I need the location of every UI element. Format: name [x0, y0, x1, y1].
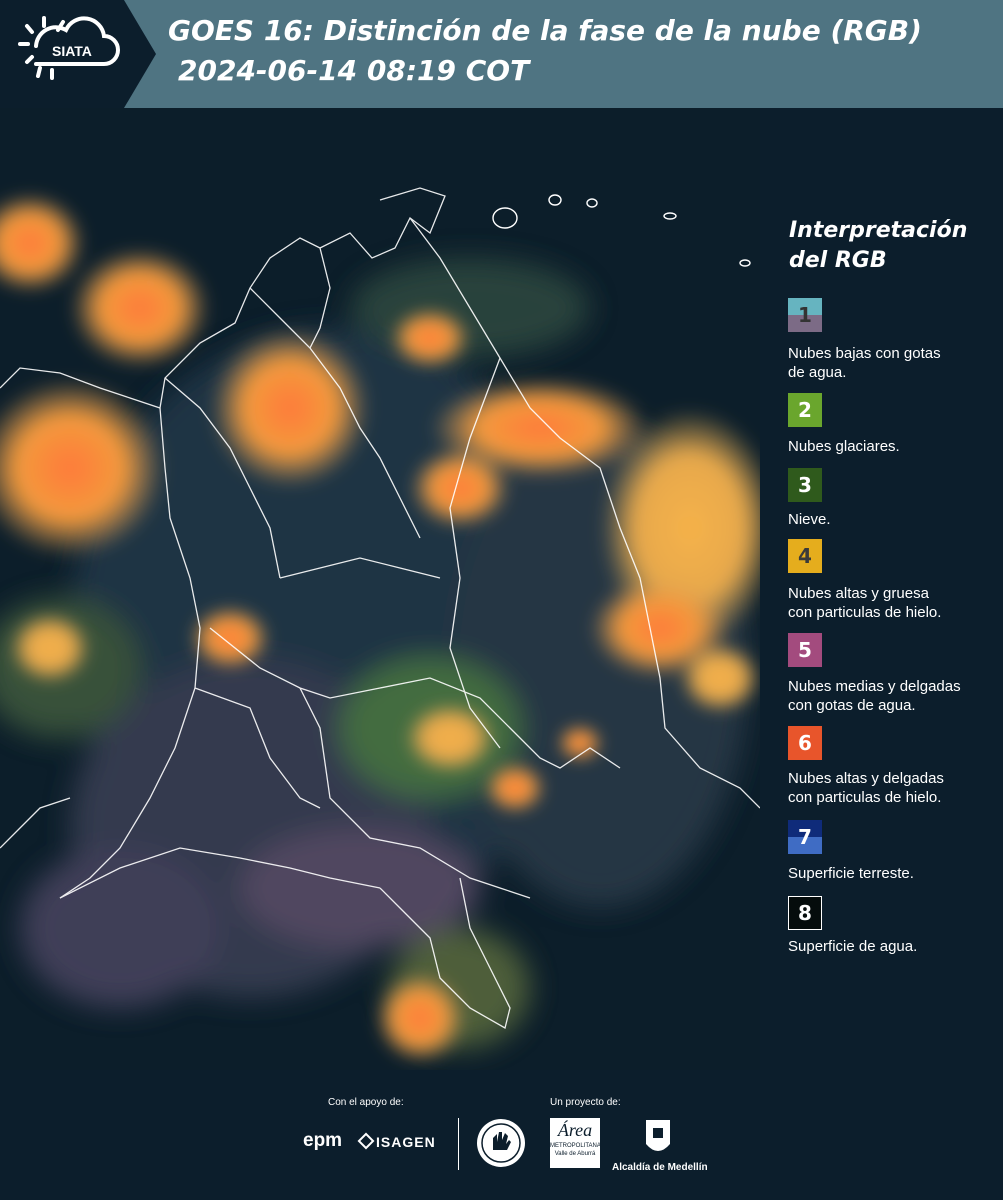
page-timestamp: 2024-06-14 08:19 COT — [178, 54, 530, 87]
page-title: GOES 16: Distinción de la fase de la nub… — [168, 14, 922, 47]
footer-divider — [458, 1118, 459, 1170]
siata-logo: SIATA — [0, 0, 156, 108]
legend-title: Interpretación del RGB — [789, 216, 989, 276]
svg-text:SIATA: SIATA — [52, 43, 92, 59]
legend-label-4: Nubes altas y gruesa con particulas de hi… — [788, 585, 942, 621]
legend-swatch-5: 5 — [788, 633, 822, 667]
legend-label-8: Superficie de agua. — [788, 938, 918, 955]
area-metropolitana-logo: Área METROPOLITANA Valle de Aburrá — [550, 1118, 601, 1168]
legend-label-1: Nubes bajas con gotas de agua. — [788, 345, 941, 381]
legend-label-6: Nubes altas y delgadas con particulas de … — [788, 770, 944, 806]
legend-swatch-1: 1 — [788, 298, 822, 332]
footer: Con el apoyo de: Un proyecto de: epm ISA… — [0, 1070, 1003, 1200]
legend-panel: Interpretación del RGB 1 Nubes bajas con… — [760, 108, 1003, 1070]
legend-label-2: Nubes glaciares. — [788, 438, 900, 455]
satellite-map — [0, 108, 760, 1070]
header-bar: SIATA GOES 16: Distinción de la fase de … — [0, 0, 1003, 108]
project-label: Un proyecto de: — [550, 1097, 621, 1108]
support-label: Con el apoyo de: — [328, 1097, 404, 1108]
legend-title-line2: del RGB — [789, 248, 887, 273]
legend-swatch-6: 6 — [788, 726, 822, 760]
alcaldia-label: Alcaldía de Medellín — [612, 1162, 708, 1173]
legend-title-line1: Interpretación — [789, 218, 968, 243]
legend-swatch-2: 2 — [788, 393, 822, 427]
seal-icon — [477, 1119, 525, 1167]
legend-swatch-4: 4 — [788, 539, 822, 573]
legend-label-5: Nubes medias y delgadas con gotas de agua… — [788, 678, 961, 714]
legend-label-3: Nieve. — [788, 511, 831, 528]
legend-swatch-7: 7 — [788, 820, 822, 854]
legend-swatch-3: 3 — [788, 468, 822, 502]
legend-label-7: Superficie terreste. — [788, 865, 914, 882]
epm-logo: epm — [303, 1130, 343, 1151]
legend-swatch-8: 8 — [788, 896, 822, 930]
isagen-logo: ISAGEN — [357, 1132, 436, 1150]
alcaldia-shield-icon — [646, 1120, 670, 1151]
